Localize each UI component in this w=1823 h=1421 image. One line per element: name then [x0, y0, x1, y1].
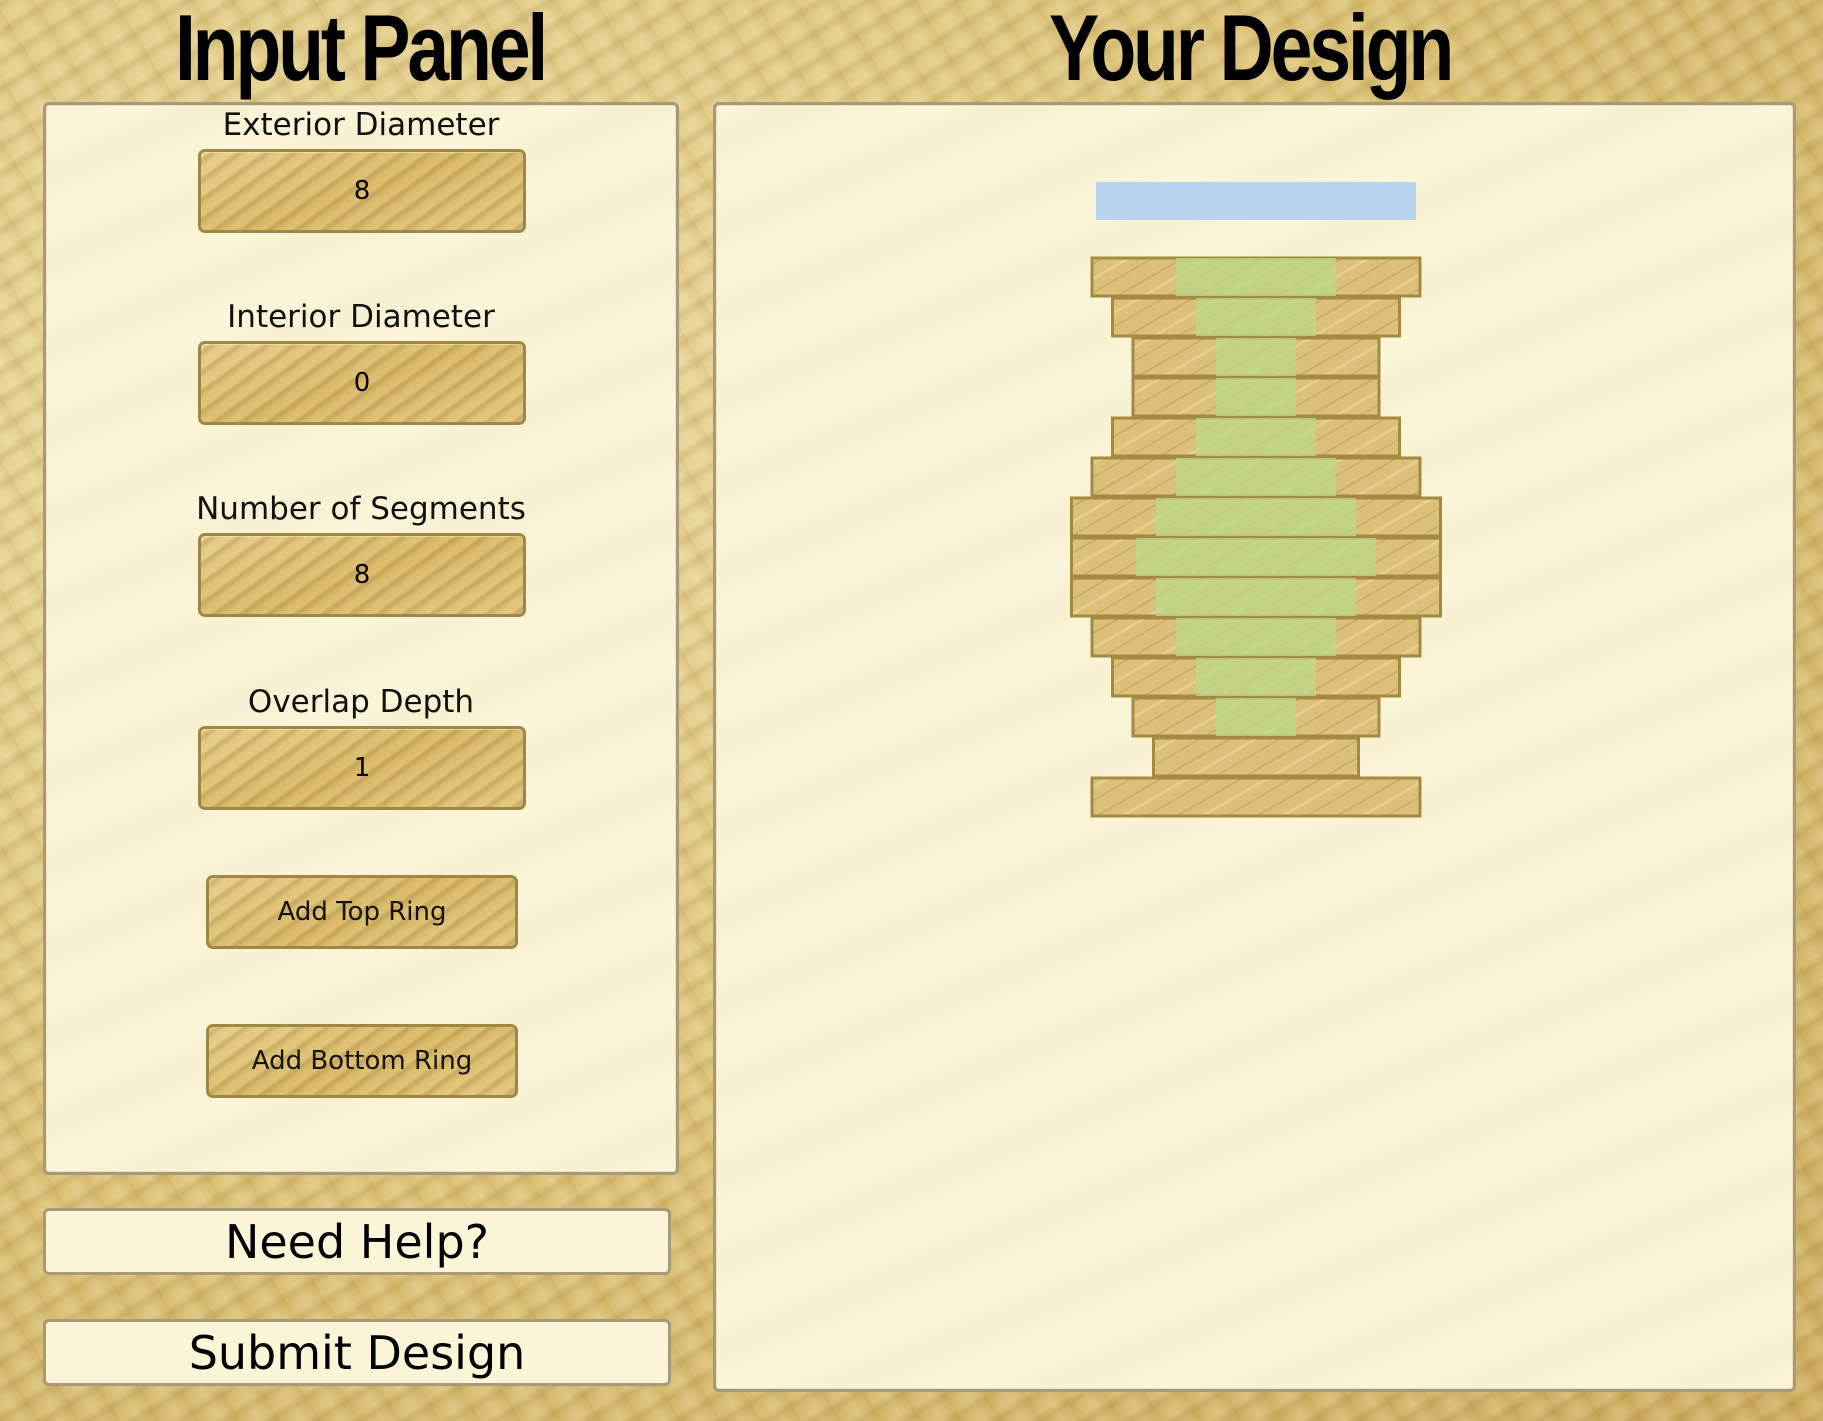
vase-ring-hollow	[1196, 658, 1316, 696]
vase-ring-hollow	[1216, 378, 1296, 416]
design-canvas	[713, 102, 1796, 1392]
submit-design-button[interactable]: Submit Design	[43, 1319, 671, 1386]
help-button[interactable]: Need Help?	[43, 1208, 671, 1275]
design-panel-title: Your Design	[1048, 0, 1454, 100]
vase-drawing	[1070, 182, 1442, 818]
vase-ring-hollow	[1156, 578, 1356, 616]
vase-ring	[1090, 776, 1422, 818]
add-bottom-ring-button[interactable]: Add Bottom Ring	[206, 1024, 518, 1098]
exterior-diameter-label: Exterior Diameter	[222, 107, 500, 143]
vase-ring-hollow	[1176, 618, 1336, 656]
vase-ring-hollow	[1216, 338, 1296, 376]
vase-ring-hollow	[1196, 298, 1316, 336]
overlap-depth-label: Overlap Depth	[247, 684, 475, 720]
exterior-diameter-input[interactable]	[198, 149, 526, 233]
vase-ring-hollow	[1176, 258, 1336, 296]
vase-ring	[1152, 736, 1360, 778]
overlap-depth-input[interactable]	[198, 726, 526, 810]
vase-ring-hollow	[1136, 538, 1376, 576]
vase-ring-hollow	[1216, 698, 1296, 736]
preview-ring	[1096, 182, 1416, 220]
add-top-ring-button[interactable]: Add Top Ring	[206, 875, 518, 949]
segments-input[interactable]	[198, 533, 526, 617]
segments-label: Number of Segments	[196, 491, 526, 527]
vase-ring-hollow	[1196, 418, 1316, 456]
interior-diameter-input[interactable]	[198, 341, 526, 425]
input-panel-title: Input Panel	[174, 0, 548, 100]
input-panel: Exterior Diameter Interior Diameter Numb…	[43, 102, 679, 1175]
vase-ring-hollow	[1156, 498, 1356, 536]
interior-diameter-label: Interior Diameter	[227, 299, 495, 335]
vase-ring-hollow	[1176, 458, 1336, 496]
